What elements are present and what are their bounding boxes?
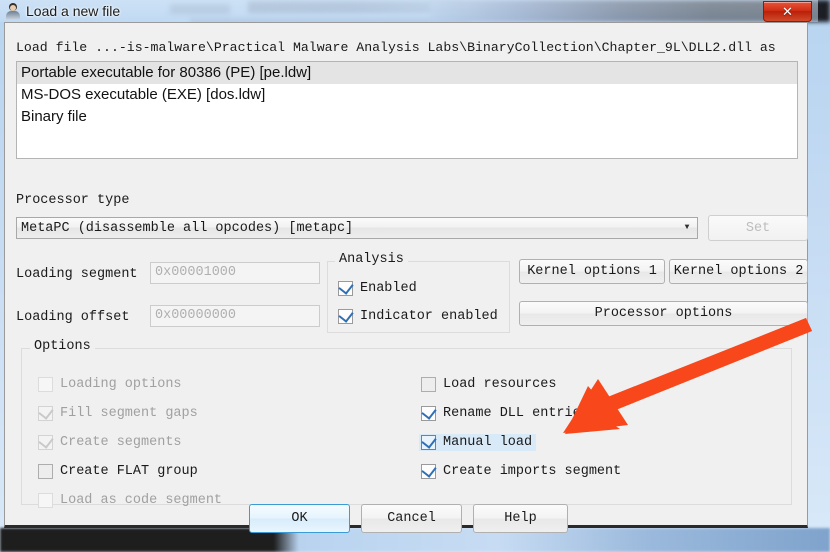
load-new-file-window: Load a new file ✕ Load file ...-is-malwa… [0,0,818,536]
cancel-button[interactable]: Cancel [361,504,462,533]
checkbox-label: Manual load [443,435,533,450]
checkbox-icon [421,404,437,421]
checkbox-analysis-enabled[interactable]: Enabled [338,279,417,296]
checkbox-label: Fill segment gaps [60,406,198,421]
checkbox-manual-load[interactable]: Manual load [419,433,537,451]
checkbox-icon [38,433,54,450]
checkbox-label: Create imports segment [443,464,622,479]
loading-segment-label: Loading segment [16,267,138,282]
checkbox-load-resources[interactable]: Load resources [421,377,556,392]
loader-list[interactable]: Portable executable for 80386 (PE) [pe.l… [16,61,798,159]
list-item[interactable]: Portable executable for 80386 (PE) [pe.l… [17,62,797,84]
set-button: Set [708,215,808,241]
checkbox-label: Load resources [443,377,557,392]
close-icon[interactable]: ✕ [763,1,812,22]
list-item[interactable]: Binary file [17,106,797,128]
checkbox-label: Rename DLL entries [443,406,589,421]
checkbox-create-imports-segment[interactable]: Create imports segment [421,462,622,479]
checkbox-label: Create FLAT group [60,464,198,479]
checkbox-icon [421,462,437,479]
checkbox-indicator-enabled[interactable]: Indicator enabled [338,307,498,324]
help-button[interactable]: Help [473,504,568,533]
checkbox-loading-options[interactable]: Loading options [38,377,182,392]
checkbox-icon [421,433,437,450]
checkbox-icon [38,493,53,508]
checkbox-label: Indicator enabled [360,309,498,324]
analysis-group-label: Analysis [335,252,408,267]
list-item[interactable]: MS-DOS executable (EXE) [dos.ldw] [17,84,797,106]
file-path-label: Load file ...-is-malware\Practical Malwa… [16,40,776,55]
kernel-options-1-button[interactable]: Kernel options 1 [519,259,665,284]
dialog-body: Load file ...-is-malware\Practical Malwa… [4,22,808,528]
processor-options-button[interactable]: Processor options [519,301,808,326]
checkbox-icon [421,377,436,392]
loading-segment-input: 0x00001000 [150,262,320,284]
checkbox-icon [338,279,354,296]
checkbox-icon [38,377,53,392]
ok-button[interactable]: OK [249,504,350,533]
loading-offset-input: 0x00000000 [150,305,320,327]
processor-type-combobox[interactable]: MetaPC (disassemble all opcodes) [metapc… [16,217,698,239]
window-title: Load a new file [26,3,121,19]
checkbox-rename-dll-entries[interactable]: Rename DLL entries [421,404,589,421]
loading-offset-label: Loading offset [16,310,130,325]
checkbox-label: Create segments [60,435,182,450]
checkbox-label: Loading options [60,377,182,392]
options-group-label: Options [30,339,95,354]
checkbox-label: Enabled [360,281,417,296]
checkbox-create-segments[interactable]: Create segments [38,433,182,450]
ida-person-icon [4,2,22,20]
checkbox-fill-segment-gaps[interactable]: Fill segment gaps [38,404,198,421]
checkbox-create-flat-group[interactable]: Create FLAT group [38,464,198,479]
checkbox-icon [38,464,53,479]
checkbox-load-as-code-segment[interactable]: Load as code segment [38,493,222,508]
close-glyph: ✕ [782,4,793,19]
kernel-options-2-button[interactable]: Kernel options 2 [669,259,808,284]
checkbox-label: Load as code segment [60,493,223,508]
processor-type-value: MetaPC (disassemble all opcodes) [metapc… [21,220,354,236]
chevron-down-icon: ▼ [684,223,690,232]
options-groupbox [21,348,792,505]
checkbox-icon [38,404,54,421]
title-bar: Load a new file ✕ [0,0,818,22]
checkbox-icon [338,307,354,324]
processor-type-label: Processor type [16,193,130,208]
